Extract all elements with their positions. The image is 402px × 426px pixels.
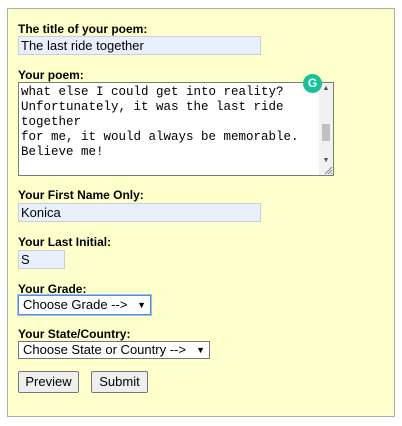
state-select-value: Choose State or Country -->: [23, 342, 186, 357]
scroll-thumb[interactable]: [322, 124, 330, 141]
poem-title-label: The title of your poem:: [18, 22, 148, 36]
first-name-input[interactable]: Konica: [18, 203, 261, 222]
poem-scrollbar[interactable]: ▲ ▼: [319, 83, 333, 175]
poem-line: together: [21, 115, 82, 129]
first-name-label: Your First Name Only:: [18, 188, 144, 202]
poem-line: what else I could get into reality?: [21, 85, 284, 99]
grade-select[interactable]: Choose Grade --> ▼: [18, 295, 151, 315]
preview-button[interactable]: Preview: [18, 371, 79, 393]
grade-select-value: Choose Grade -->: [23, 297, 128, 312]
state-label: Your State/Country:: [18, 327, 131, 341]
poem-line: Unfortunately, it was the last ride: [21, 100, 284, 114]
chevron-down-icon: ▼: [196, 345, 205, 355]
grammarly-icon[interactable]: G: [303, 74, 322, 93]
poem-line: Believe me!: [21, 145, 104, 159]
poem-label: Your poem:: [18, 68, 84, 82]
chevron-down-icon: ▼: [137, 300, 146, 310]
poem-text: what else I could get into reality? Unfo…: [21, 85, 319, 173]
poem-line: for me, it would always be memorable.: [21, 130, 299, 144]
last-initial-input[interactable]: S: [18, 250, 65, 269]
resize-handle-icon[interactable]: [323, 165, 333, 175]
poem-textarea[interactable]: what else I could get into reality? Unfo…: [18, 82, 334, 176]
poem-title-input[interactable]: The last ride together: [18, 36, 261, 55]
grade-label: Your Grade:: [18, 282, 87, 296]
submit-button[interactable]: Submit: [91, 371, 148, 393]
last-initial-label: Your Last Initial:: [18, 235, 112, 249]
state-country-select[interactable]: Choose State or Country --> ▼: [18, 341, 210, 359]
poem-form: The title of your poem: The last ride to…: [7, 8, 395, 417]
